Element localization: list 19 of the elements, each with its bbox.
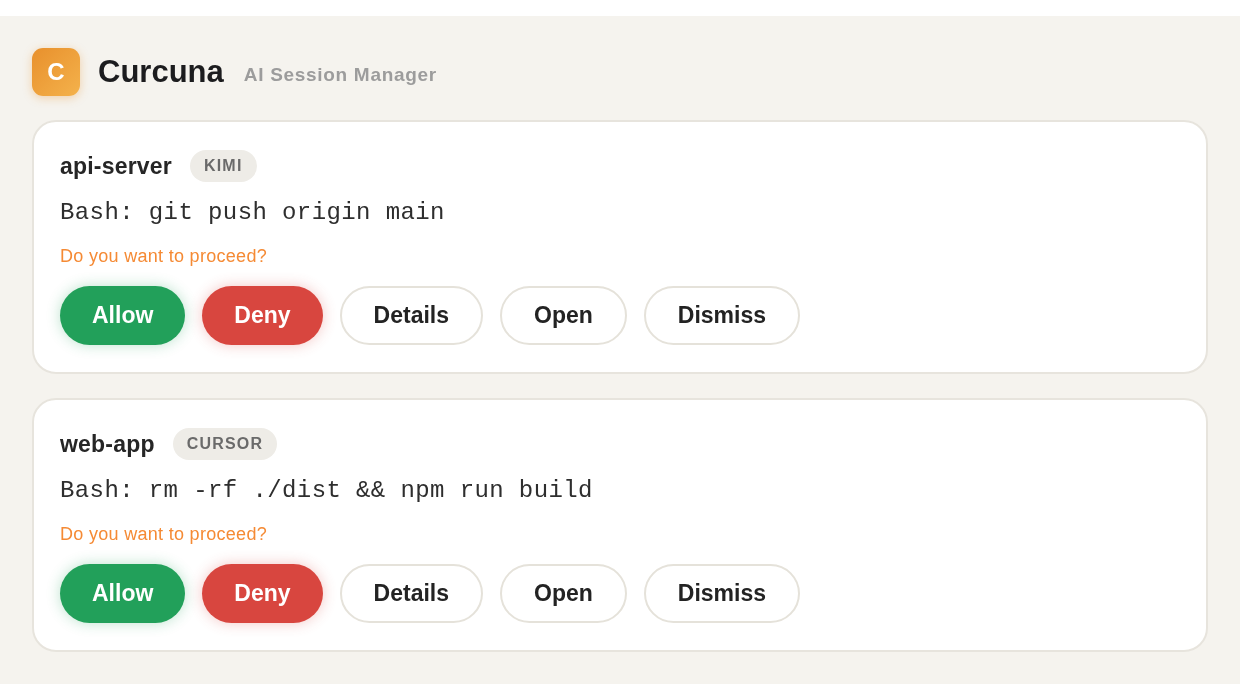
action-button[interactable]: Dismiss xyxy=(643,564,801,623)
command-text: Bash: rm -rf ./dist && npm run build xyxy=(60,477,594,505)
deny-button[interactable]: Deny xyxy=(202,564,323,623)
app-logo: C xyxy=(32,48,80,96)
command-text: Bash: git push origin main xyxy=(60,199,446,227)
app-subtitle: AI Session Manager xyxy=(243,64,437,86)
agent-tag: KIMI xyxy=(189,150,257,182)
agent-tag: CURSOR xyxy=(172,428,278,460)
action-button[interactable]: Details xyxy=(339,286,484,345)
action-button[interactable]: Open xyxy=(500,564,627,623)
app-name: Curcuna xyxy=(98,54,224,90)
prompt-text: Do you want to proceed? xyxy=(60,523,269,545)
action-button[interactable]: Details xyxy=(339,564,484,623)
prompt-text: Do you want to proceed? xyxy=(60,245,269,267)
session-name: web-app xyxy=(60,430,155,458)
deny-button[interactable]: Deny xyxy=(202,286,323,345)
session-name: api-server xyxy=(60,152,172,180)
action-button[interactable]: Dismiss xyxy=(643,286,801,345)
action-button[interactable]: Open xyxy=(500,286,627,345)
